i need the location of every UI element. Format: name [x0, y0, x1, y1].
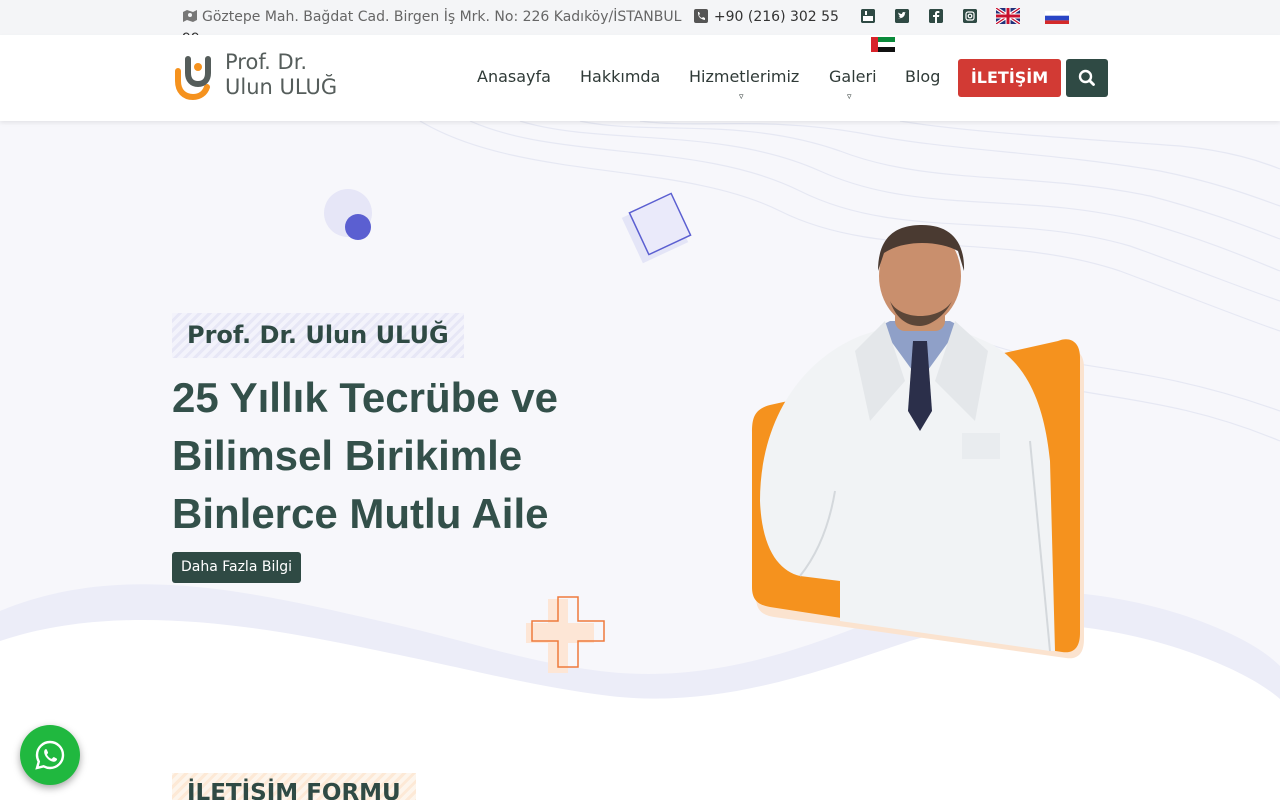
- facebook-icon[interactable]: [929, 9, 943, 23]
- search-icon: [1078, 69, 1095, 86]
- nav-home[interactable]: Anasayfa: [477, 67, 551, 86]
- hero-section: Prof. Dr. Ulun ULUĞ 25 Yıllık Tecrübe ve…: [0, 121, 1280, 800]
- main-header: Prof. Dr. Ulun ULUĞ Anasayfa Hakkımda Hi…: [0, 35, 1280, 121]
- more-info-button[interactable]: Daha Fazla Bilgi: [172, 552, 301, 583]
- gallery-dropdown-icon[interactable]: ▿: [847, 92, 852, 102]
- address-text: Göztepe Mah. Bağdat Cad. Birgen İş Mrk. …: [202, 9, 682, 25]
- phone-icon: [693, 8, 710, 23]
- nav-blog[interactable]: Blog: [905, 67, 940, 86]
- twitter-icon[interactable]: [895, 9, 909, 23]
- nav-gallery[interactable]: Galeri: [829, 67, 877, 86]
- hero-title: 25 Yıllık Tecrübe ve Bilimsel Birikimle …: [172, 374, 558, 537]
- youtube-icon[interactable]: [861, 9, 875, 23]
- site-logo[interactable]: Prof. Dr. Ulun ULUĞ: [174, 50, 364, 103]
- search-button[interactable]: [1066, 59, 1108, 97]
- top-bar: Göztepe Mah. Bağdat Cad. Birgen İş Mrk. …: [0, 0, 1280, 52]
- nav-about[interactable]: Hakkımda: [580, 67, 660, 86]
- services-dropdown-icon[interactable]: ▿: [739, 92, 744, 102]
- whatsapp-button[interactable]: [20, 725, 80, 785]
- uae-flag-icon[interactable]: [871, 37, 895, 52]
- english-flag-icon[interactable]: [996, 8, 1020, 24]
- logo-line2: Ulun ULUĞ: [225, 75, 338, 99]
- russian-flag-icon[interactable]: [1045, 10, 1069, 24]
- instagram-icon[interactable]: [963, 9, 977, 23]
- nav-services[interactable]: Hizmetlerimiz: [689, 67, 799, 86]
- whatsapp-icon: [35, 740, 65, 770]
- logo-icon: [175, 56, 211, 101]
- logo-line1: Prof. Dr.: [225, 50, 308, 74]
- map-icon: [182, 8, 198, 22]
- contact-form-title: İLETİŞİM FORMU: [172, 773, 416, 800]
- contact-button[interactable]: İLETİŞİM: [958, 59, 1061, 97]
- hero-subtitle: Prof. Dr. Ulun ULUĞ: [172, 313, 464, 358]
- logo-text: Prof. Dr. Ulun ULUĞ: [225, 50, 337, 100]
